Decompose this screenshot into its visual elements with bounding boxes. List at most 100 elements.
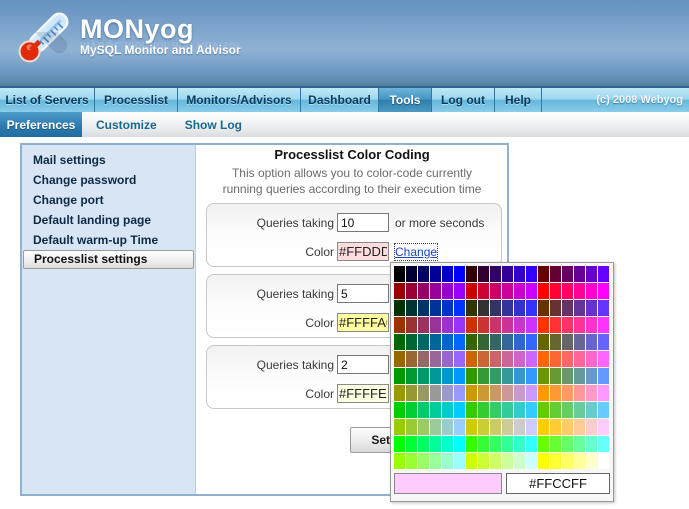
- palette-swatch[interactable]: [574, 317, 585, 333]
- palette-swatch[interactable]: [490, 266, 501, 282]
- palette-swatch[interactable]: [490, 368, 501, 384]
- palette-swatch[interactable]: [430, 266, 441, 282]
- color-value-input-1[interactable]: [337, 242, 389, 261]
- palette-swatch[interactable]: [442, 385, 453, 401]
- palette-swatch[interactable]: [586, 266, 597, 282]
- palette-swatch[interactable]: [514, 300, 525, 316]
- palette-swatch[interactable]: [406, 351, 417, 367]
- palette-swatch[interactable]: [574, 419, 585, 435]
- palette-swatch[interactable]: [538, 385, 549, 401]
- palette-swatch[interactable]: [406, 385, 417, 401]
- palette-swatch[interactable]: [502, 266, 513, 282]
- palette-swatch[interactable]: [478, 351, 489, 367]
- palette-swatch[interactable]: [502, 402, 513, 418]
- palette-swatch[interactable]: [406, 334, 417, 350]
- palette-swatch[interactable]: [574, 453, 585, 469]
- palette-swatch[interactable]: [394, 436, 405, 452]
- palette-swatch[interactable]: [418, 317, 429, 333]
- palette-swatch[interactable]: [478, 419, 489, 435]
- palette-swatch[interactable]: [562, 266, 573, 282]
- palette-swatch[interactable]: [418, 266, 429, 282]
- palette-swatch[interactable]: [418, 334, 429, 350]
- palette-swatch[interactable]: [478, 385, 489, 401]
- palette-swatch[interactable]: [574, 283, 585, 299]
- nav-tab-processlist[interactable]: Processlist: [95, 88, 178, 112]
- palette-swatch[interactable]: [394, 317, 405, 333]
- palette-swatch[interactable]: [550, 368, 561, 384]
- palette-swatch[interactable]: [562, 334, 573, 350]
- palette-swatch[interactable]: [478, 300, 489, 316]
- palette-swatch[interactable]: [526, 368, 537, 384]
- palette-swatch[interactable]: [478, 317, 489, 333]
- palette-swatch[interactable]: [406, 402, 417, 418]
- palette-swatch[interactable]: [394, 385, 405, 401]
- palette-swatch[interactable]: [502, 436, 513, 452]
- sidebar-item-change-password[interactable]: Change password: [22, 170, 195, 190]
- palette-swatch[interactable]: [526, 453, 537, 469]
- palette-swatch[interactable]: [406, 453, 417, 469]
- palette-swatch[interactable]: [502, 283, 513, 299]
- palette-swatch[interactable]: [418, 351, 429, 367]
- palette-swatch[interactable]: [514, 368, 525, 384]
- palette-swatch[interactable]: [406, 283, 417, 299]
- palette-swatch[interactable]: [442, 266, 453, 282]
- palette-swatch[interactable]: [514, 266, 525, 282]
- nav-tab-list-of-servers[interactable]: List of Servers: [0, 88, 95, 112]
- palette-swatch[interactable]: [442, 300, 453, 316]
- palette-swatch[interactable]: [574, 334, 585, 350]
- palette-swatch[interactable]: [526, 300, 537, 316]
- palette-swatch[interactable]: [562, 385, 573, 401]
- palette-swatch[interactable]: [454, 385, 465, 401]
- nav-tab-monitors-advisors[interactable]: Monitors/Advisors: [178, 88, 301, 112]
- palette-swatch[interactable]: [586, 368, 597, 384]
- palette-swatch[interactable]: [454, 368, 465, 384]
- palette-swatch[interactable]: [418, 402, 429, 418]
- palette-swatch[interactable]: [454, 300, 465, 316]
- palette-swatch[interactable]: [478, 283, 489, 299]
- palette-swatch[interactable]: [562, 402, 573, 418]
- color-value-input-3[interactable]: [337, 384, 389, 403]
- palette-swatch[interactable]: [466, 283, 477, 299]
- palette-swatch[interactable]: [406, 266, 417, 282]
- palette-swatch[interactable]: [574, 385, 585, 401]
- palette-swatch[interactable]: [394, 453, 405, 469]
- seconds-input-2[interactable]: [337, 284, 389, 303]
- palette-swatch[interactable]: [574, 300, 585, 316]
- palette-swatch[interactable]: [562, 300, 573, 316]
- palette-swatch[interactable]: [586, 419, 597, 435]
- palette-swatch[interactable]: [598, 283, 609, 299]
- palette-swatch[interactable]: [454, 317, 465, 333]
- palette-swatch[interactable]: [394, 334, 405, 350]
- palette-swatch[interactable]: [574, 402, 585, 418]
- palette-swatch[interactable]: [418, 283, 429, 299]
- palette-swatch[interactable]: [502, 453, 513, 469]
- sidebar-item-mail-settings[interactable]: Mail settings: [22, 150, 195, 170]
- palette-swatch[interactable]: [502, 351, 513, 367]
- palette-swatch[interactable]: [490, 300, 501, 316]
- palette-swatch[interactable]: [514, 419, 525, 435]
- palette-swatch[interactable]: [526, 283, 537, 299]
- palette-swatch[interactable]: [586, 317, 597, 333]
- palette-swatch[interactable]: [430, 283, 441, 299]
- palette-swatch[interactable]: [442, 419, 453, 435]
- palette-swatch[interactable]: [574, 351, 585, 367]
- palette-swatch[interactable]: [442, 453, 453, 469]
- palette-swatch[interactable]: [526, 334, 537, 350]
- palette-swatch[interactable]: [454, 402, 465, 418]
- palette-swatch[interactable]: [586, 334, 597, 350]
- palette-swatch[interactable]: [502, 317, 513, 333]
- nav-tab-log-out[interactable]: Log out: [432, 88, 495, 112]
- change-color-link-1[interactable]: Change: [395, 244, 437, 260]
- seconds-input-1[interactable]: [337, 213, 389, 232]
- palette-swatch[interactable]: [550, 453, 561, 469]
- palette-swatch[interactable]: [514, 351, 525, 367]
- palette-swatch[interactable]: [598, 453, 609, 469]
- palette-swatch[interactable]: [550, 436, 561, 452]
- palette-swatch[interactable]: [466, 368, 477, 384]
- nav-tab-tools[interactable]: Tools: [379, 88, 432, 112]
- palette-swatch[interactable]: [574, 368, 585, 384]
- subnav-tab-customize[interactable]: Customize: [82, 112, 171, 137]
- palette-swatch[interactable]: [526, 402, 537, 418]
- palette-swatch[interactable]: [430, 351, 441, 367]
- palette-swatch[interactable]: [598, 266, 609, 282]
